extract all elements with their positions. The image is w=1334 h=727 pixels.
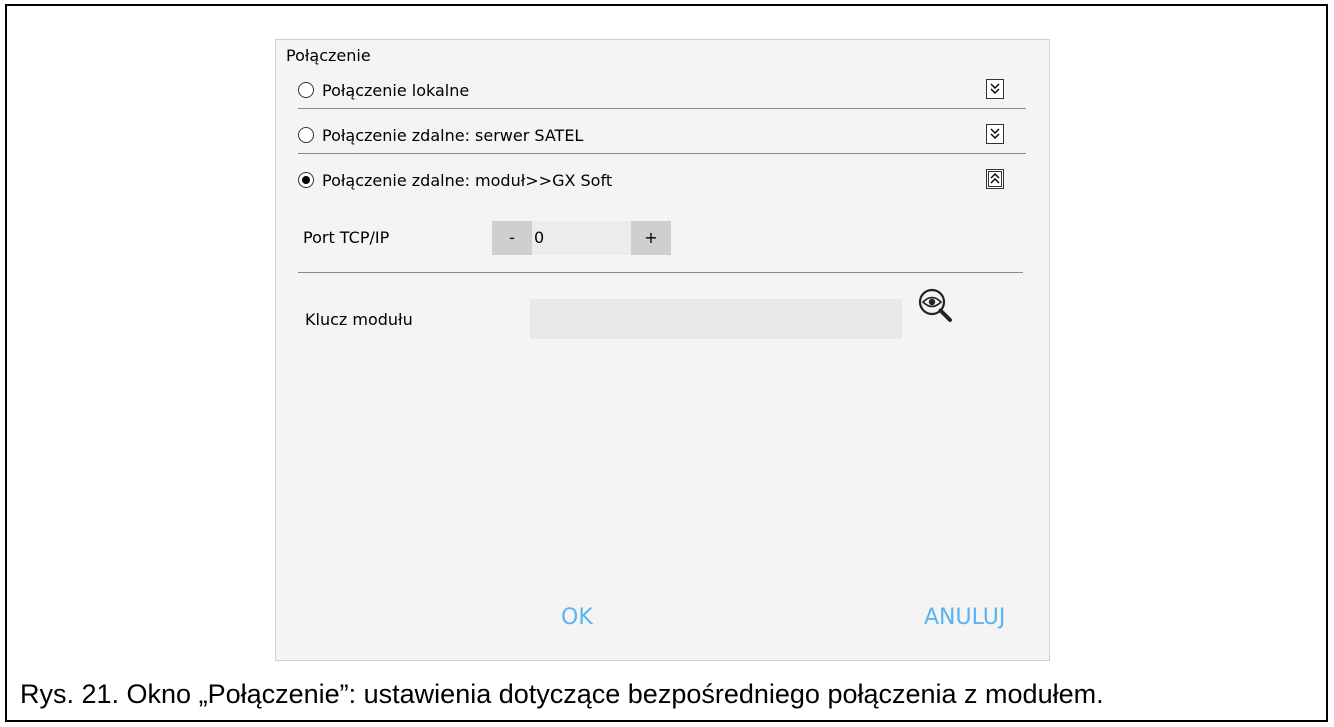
option-module-label[interactable]: Połączenie zdalne: moduł>>GX Soft [322,171,612,190]
option-local-label[interactable]: Połączenie lokalne [322,81,469,100]
module-key-input[interactable] [530,299,902,339]
port-decrement-button[interactable]: - [492,221,532,255]
port-value-field[interactable]: 0 [532,221,631,255]
radio-remote-satel-server[interactable] [298,127,314,143]
double-chevron-down-icon[interactable] [986,79,1004,99]
double-chevron-up-icon[interactable] [986,169,1004,189]
figure-caption: Rys. 21. Okno „Połączenie”: ustawienia d… [20,679,1104,709]
double-chevron-down-icon[interactable] [986,124,1004,144]
show-password-magnifier-icon[interactable] [916,287,956,327]
port-increment-button[interactable]: + [631,221,671,255]
module-key-label: Klucz modułu [305,310,413,329]
port-label: Port TCP/IP [303,228,390,247]
dialog-title: Połączenie [286,46,371,65]
radio-remote-module[interactable] [298,172,314,188]
ok-button[interactable]: OK [561,605,593,630]
cancel-button[interactable]: ANULUJ [924,605,1005,630]
option-satel-label[interactable]: Połączenie zdalne: serwer SATEL [322,126,583,145]
section-divider [298,272,1023,273]
option-local-connection: Połączenie lokalne [298,78,1026,109]
option-remote-module: Połączenie zdalne: moduł>>GX Soft [298,168,1026,198]
option-remote-satel-server: Połączenie zdalne: serwer SATEL [298,123,1026,154]
connection-dialog: Połączenie Połączenie lokalne Połączenie… [275,39,1050,661]
radio-local-connection[interactable] [298,82,314,98]
